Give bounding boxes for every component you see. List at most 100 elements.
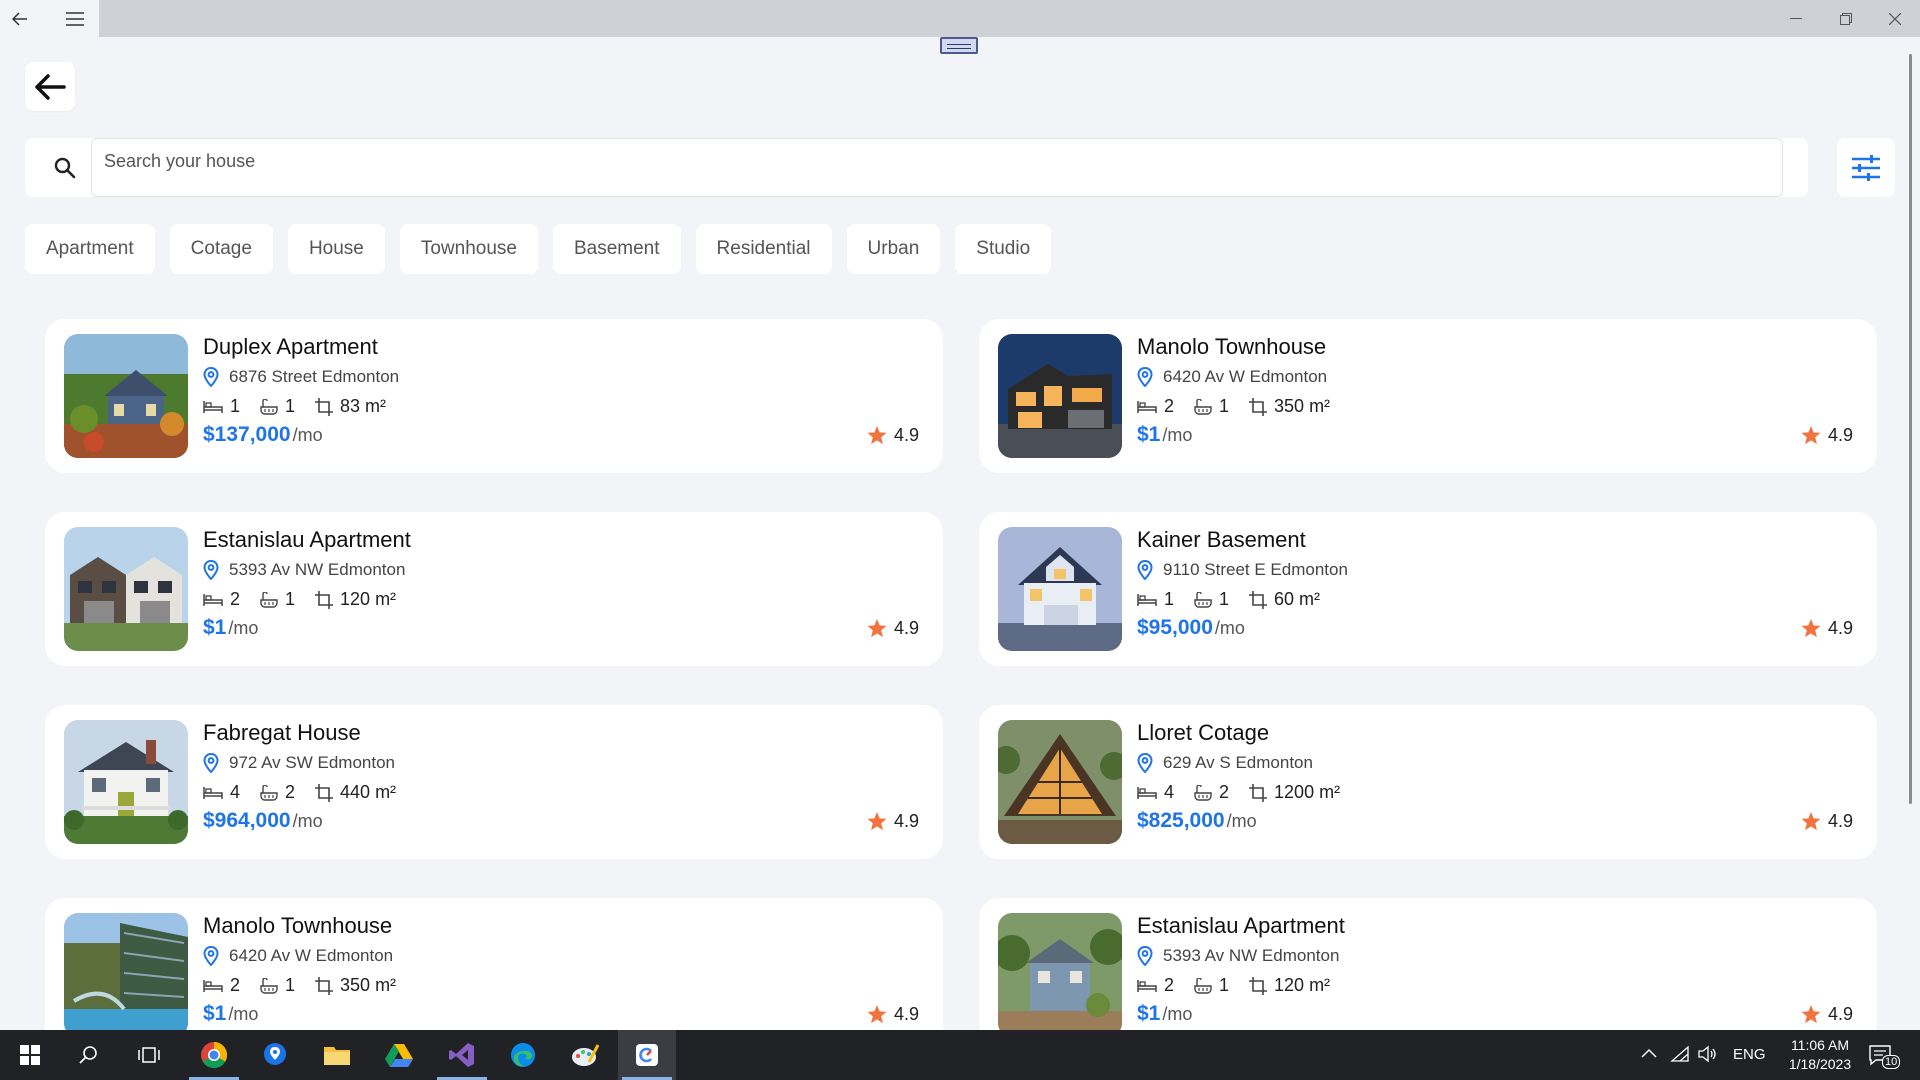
- listing-title: Fabregat House: [203, 720, 361, 745]
- area: 440 m²: [315, 782, 396, 803]
- listing-price: $137,000: [203, 423, 291, 446]
- price-period: /mo: [1214, 618, 1245, 638]
- listing-rating: 4.9: [1801, 811, 1853, 832]
- chip-residential[interactable]: Residential: [695, 224, 832, 274]
- folder-icon: [324, 1047, 350, 1065]
- task-view-icon: [138, 1047, 160, 1063]
- taskbar-file-explorer[interactable]: [308, 1030, 366, 1080]
- bed-icon: [1137, 400, 1157, 413]
- listing-price: $1: [203, 616, 227, 639]
- taskbar-edge[interactable]: [494, 1030, 552, 1080]
- listing-address-row: 972 Av SW Edmonton: [203, 753, 395, 773]
- clock[interactable]: 11:06 AM 1/18/2023: [1770, 1036, 1870, 1074]
- area: 1200 m²: [1249, 782, 1340, 803]
- bed-icon: [203, 786, 223, 799]
- taskbar-paint[interactable]: [556, 1030, 614, 1080]
- listing-price-row: $1/mo: [1137, 1002, 1192, 1026]
- star-icon: [1801, 619, 1821, 638]
- location-pin-icon: [203, 946, 219, 966]
- chip-studio[interactable]: Studio: [955, 224, 1052, 274]
- rating-value: 4.9: [893, 618, 919, 638]
- area-value: 120 m²: [1274, 975, 1331, 995]
- taskbar-chrome[interactable]: [185, 1030, 243, 1080]
- taskbar-maps[interactable]: [246, 1030, 304, 1080]
- listing-address: 6876 Street Edmonton: [229, 367, 400, 386]
- listing-title: Estanislau Apartment: [203, 527, 411, 552]
- visual-studio-icon: [449, 1043, 474, 1067]
- search-bar: [25, 138, 1808, 197]
- taskbar-active-app[interactable]: [618, 1030, 676, 1080]
- bedrooms-count: 2: [230, 975, 241, 995]
- listing-price: $825,000: [1137, 809, 1225, 832]
- listing-photo: [64, 527, 188, 651]
- close-button[interactable]: [1870, 0, 1920, 37]
- listing-price-row: $137,000/mo: [203, 423, 323, 447]
- chip-townhouse[interactable]: Townhouse: [399, 224, 538, 274]
- scrollbar[interactable]: [1909, 54, 1912, 804]
- listing-address: 6420 Av W Edmonton: [229, 946, 394, 965]
- listing-address: 629 Av S Edmonton: [1163, 753, 1313, 772]
- window-back-button[interactable]: [0, 0, 40, 37]
- bathrooms-count: 1: [1219, 975, 1230, 995]
- language-indicator[interactable]: ENG: [1733, 1046, 1766, 1063]
- bathtub-icon: [260, 977, 278, 994]
- bathtub-icon: [1194, 977, 1212, 994]
- listing-card[interactable]: Manolo Townhouse 6420 Av W Edmonton 2 1 350 …: [979, 319, 1877, 473]
- back-button[interactable]: [25, 62, 75, 111]
- listing-card[interactable]: Manolo Townhouse 6420 Av W Edmonton 2 1 350 …: [45, 898, 943, 1052]
- price-period: /mo: [1162, 1004, 1193, 1024]
- bedrooms: 2: [203, 589, 240, 610]
- arrow-left-icon: [35, 73, 66, 100]
- listing-features: 1 1 83 m²: [203, 396, 406, 417]
- area: 350 m²: [315, 975, 396, 996]
- notification-center-button[interactable]: 10: [1862, 1040, 1902, 1070]
- taskbar: ENG 11:06 AM 1/18/2023 10: [0, 1030, 1920, 1080]
- listing-card[interactable]: Estanislau Apartment 5393 Av NW Edmonton 2…: [45, 512, 943, 666]
- listing-price-row: $1/mo: [203, 616, 258, 640]
- listing-price-row: $95,000/mo: [1137, 616, 1245, 640]
- chip-house[interactable]: House: [287, 224, 385, 274]
- listing-price: $964,000: [203, 809, 291, 832]
- price-period: /mo: [1162, 425, 1193, 445]
- area: 350 m²: [1249, 396, 1330, 417]
- listing-address-row: 5393 Av NW Edmonton: [203, 560, 405, 580]
- chip-cotage[interactable]: Cotage: [169, 224, 273, 274]
- taskbar-search-button[interactable]: [60, 1030, 118, 1080]
- chevron-up-icon[interactable]: [1641, 1048, 1657, 1058]
- listing-card[interactable]: Lloret Cotage 629 Av S Edmonton 4 2 1200 m² $…: [979, 705, 1877, 859]
- listing-card[interactable]: Kainer Basement 9110 Street E Edmonton 1 1 6…: [979, 512, 1877, 666]
- bathrooms: 1: [260, 589, 295, 610]
- bathrooms-count: 1: [1219, 589, 1230, 609]
- minimize-button[interactable]: [1771, 0, 1821, 37]
- volume-icon[interactable]: [1698, 1045, 1718, 1063]
- taskbar-visual-studio[interactable]: [433, 1030, 491, 1080]
- network-icon[interactable]: [1670, 1045, 1690, 1063]
- star-icon: [867, 812, 887, 831]
- chip-urban[interactable]: Urban: [846, 224, 941, 274]
- chip-apartment[interactable]: Apartment: [25, 224, 155, 274]
- search-icon: [79, 1046, 97, 1064]
- drag-handle[interactable]: [940, 37, 978, 54]
- star-icon: [1801, 426, 1821, 445]
- area-value: 120 m²: [340, 589, 397, 609]
- listing-address-row: 629 Av S Edmonton: [1137, 753, 1313, 773]
- start-button[interactable]: [1, 1030, 59, 1080]
- listing-title: Lloret Cotage: [1137, 720, 1270, 745]
- listing-address: 972 Av SW Edmonton: [229, 753, 396, 772]
- listing-card[interactable]: Estanislau Apartment 5393 Av NW Edmonton 2…: [979, 898, 1877, 1052]
- search-input[interactable]: [91, 138, 1783, 197]
- price-period: /mo: [228, 618, 259, 638]
- crop-area-icon: [1249, 397, 1268, 416]
- filter-button[interactable]: [1837, 138, 1895, 197]
- clock-time: 11:06 AM: [1790, 1037, 1850, 1053]
- chip-basement[interactable]: Basement: [552, 224, 681, 274]
- hamburger-menu-button[interactable]: [55, 0, 95, 37]
- price-period: /mo: [228, 1004, 259, 1024]
- restore-button[interactable]: [1821, 0, 1871, 37]
- listing-card[interactable]: Fabregat House 972 Av SW Edmonton 4 2 440 m²…: [45, 705, 943, 859]
- listing-price-row: $825,000/mo: [1137, 809, 1257, 833]
- paint-icon: [572, 1044, 599, 1066]
- taskbar-google-drive[interactable]: [370, 1030, 428, 1080]
- listing-card[interactable]: Duplex Apartment 6876 Street Edmonton 1 1 83…: [45, 319, 943, 473]
- task-view-button[interactable]: [120, 1030, 178, 1080]
